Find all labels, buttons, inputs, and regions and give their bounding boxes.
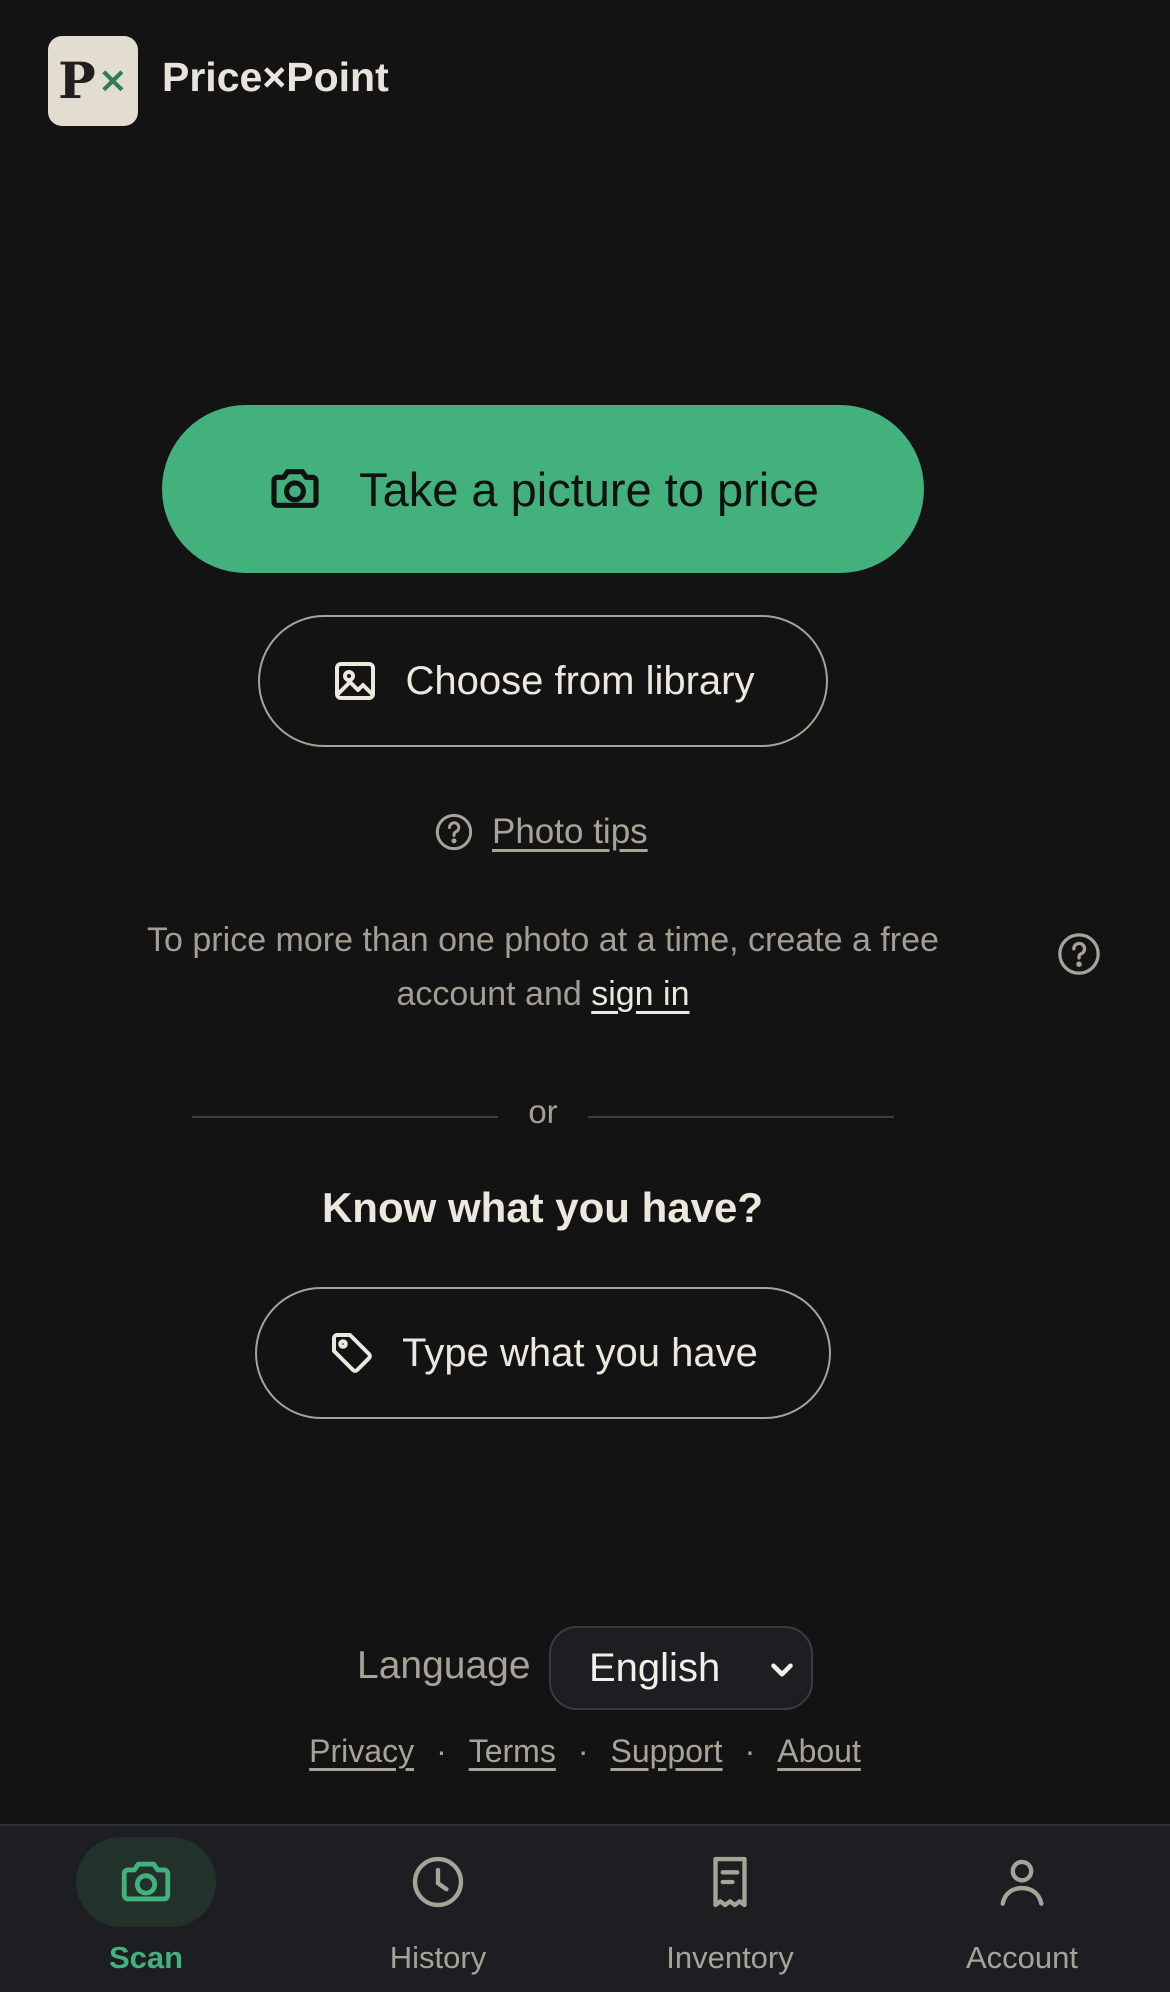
app-logo: P × — [48, 36, 138, 126]
nav-item-inventory[interactable]: Inventory — [584, 1826, 876, 1992]
nav-label-inventory: Inventory — [666, 1940, 794, 1975]
photo-tips-link[interactable]: Photo tips — [434, 812, 648, 852]
multi-photo-signin-prompt: To price more than one photo at a time, … — [100, 913, 986, 1021]
take-picture-label: Take a picture to price — [359, 462, 819, 516]
sign-in-link[interactable]: sign in — [591, 975, 689, 1013]
nav-label-scan: Scan — [108, 1940, 184, 1975]
footer-links: Privacy · Terms · Support · About — [0, 1733, 1170, 1770]
receipt-icon — [713, 1856, 747, 1908]
language-label: Language — [357, 1644, 531, 1687]
choose-library-label: Choose from library — [405, 658, 755, 703]
camera-icon — [271, 469, 319, 508]
nav-icon-container — [368, 1837, 508, 1927]
nav-item-history[interactable]: History — [292, 1826, 584, 1992]
nav-active-indicator — [76, 1837, 216, 1927]
type-item-button[interactable]: Type what you have — [255, 1287, 831, 1419]
language-select[interactable]: English — [549, 1626, 813, 1710]
take-picture-button[interactable]: Take a picture to price — [162, 405, 924, 573]
nav-label-history: History — [389, 1940, 487, 1975]
divider-or: or — [528, 1093, 558, 1130]
user-icon — [1000, 1859, 1044, 1906]
bottom-nav: Scan History Inventory Account — [0, 1824, 1170, 1992]
nav-label-account: Account — [965, 1940, 1078, 1975]
terms-link[interactable]: Terms — [469, 1733, 556, 1769]
image-icon — [335, 662, 376, 700]
nav-icon-container — [660, 1837, 800, 1927]
divider-line-right — [588, 1116, 894, 1118]
question-circle-icon — [435, 813, 473, 851]
photo-tips-label: Photo tips — [492, 812, 648, 851]
footer-separator: · — [744, 1733, 756, 1769]
language-selected-value: English — [589, 1645, 721, 1690]
clock-icon — [412, 1856, 464, 1908]
divider-line-left — [192, 1116, 498, 1118]
camera-icon — [121, 1861, 171, 1902]
signin-prompt-text: To price more than one photo at a time, … — [147, 921, 939, 1013]
choose-library-button[interactable]: Choose from library — [258, 615, 828, 747]
footer-separator: · — [436, 1733, 447, 1769]
nav-item-scan[interactable]: Scan — [0, 1826, 292, 1992]
app-title: Price×Point — [162, 54, 389, 100]
privacy-link[interactable]: Privacy — [309, 1733, 414, 1769]
manual-entry-heading: Know what you have? — [321, 1184, 764, 1231]
support-link[interactable]: Support — [610, 1733, 722, 1769]
logo-mark: × — [97, 60, 128, 101]
about-link[interactable]: About — [777, 1733, 861, 1769]
logo-letter: P — [58, 51, 96, 110]
nav-item-account[interactable]: Account — [876, 1826, 1168, 1992]
chevron-down-icon — [771, 1663, 793, 1677]
question-circle-icon[interactable] — [1056, 931, 1102, 977]
nav-icon-container — [952, 1837, 1092, 1927]
tag-icon — [332, 1333, 372, 1373]
type-item-label: Type what you have — [402, 1330, 758, 1375]
footer-separator: · — [577, 1733, 589, 1769]
